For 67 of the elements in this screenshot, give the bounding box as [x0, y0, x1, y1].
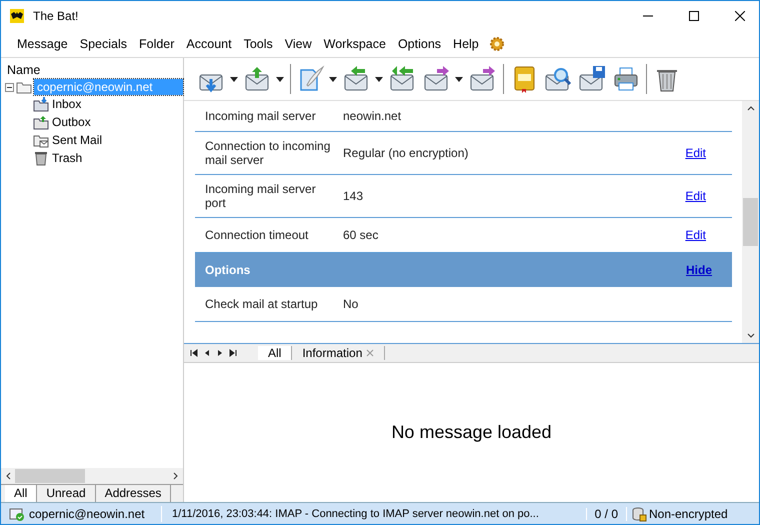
menu-item[interactable]: Help	[447, 36, 485, 50]
empty-message: No message loaded	[391, 422, 552, 443]
scroll-up-icon[interactable]	[746, 105, 754, 113]
collapse-icon[interactable]	[5, 82, 14, 92]
setting-label: Connection to incoming mail server	[205, 138, 332, 169]
inbox-folder-icon	[33, 96, 49, 112]
setting-label: Connection timeout	[205, 227, 310, 244]
status-log: 1/11/2016, 23:03:44: IMAP - Connecting to IMAP server neowin.net on po...	[162, 508, 587, 520]
outbox-folder-icon	[33, 114, 49, 130]
first-page-icon[interactable]	[190, 349, 198, 357]
tree-node[interactable]: Inbox	[52, 97, 82, 111]
close-icon[interactable]	[735, 10, 745, 20]
setting-label: Check mail at startup	[205, 296, 319, 313]
last-page-icon[interactable]	[229, 349, 237, 357]
menu-item[interactable]: Options	[392, 36, 448, 50]
menu-item[interactable]: Specials	[74, 36, 133, 50]
column-header: Name	[6, 62, 42, 79]
edit-link[interactable]: Edit	[685, 189, 706, 203]
view-tab[interactable]: Information	[302, 346, 362, 360]
status-security: Non-encrypted	[649, 506, 728, 520]
status-count: 0 / 0	[586, 506, 627, 520]
account-status-icon	[9, 506, 25, 522]
envelope-icon[interactable]	[423, 65, 451, 93]
menu-item[interactable]: Workspace	[318, 36, 392, 50]
envelope-icon[interactable]	[544, 65, 572, 93]
trash-icon	[33, 150, 49, 166]
caret-icon[interactable]	[375, 76, 383, 82]
caret-icon[interactable]	[329, 76, 337, 82]
setting-label: Incoming mail server	[205, 108, 317, 125]
caret-icon[interactable]	[276, 76, 284, 82]
setting-value: Regular (no encryption)	[343, 146, 470, 160]
next-icon[interactable]	[216, 349, 224, 357]
folder-tab[interactable]: All	[5, 485, 38, 502]
database-lock-icon	[631, 506, 647, 522]
menu-item[interactable]: Message	[11, 36, 74, 50]
menu-item[interactable]: View	[278, 36, 318, 50]
scrollbar-thumb[interactable]	[15, 469, 85, 483]
printer-icon[interactable]	[612, 65, 640, 93]
status-account: copernic@neowin.net	[29, 506, 145, 520]
tree-node[interactable]: Sent Mail	[52, 133, 102, 147]
menu-item[interactable]: Account	[180, 36, 238, 50]
maximize-icon[interactable]	[689, 10, 699, 20]
scrollbar-thumb[interactable]	[743, 198, 758, 246]
caret-icon[interactable]	[230, 76, 238, 82]
setting-value: No	[343, 297, 360, 311]
tree-node[interactable]: Trash	[52, 151, 82, 165]
scroll-right-icon[interactable]	[171, 472, 179, 480]
setting-value: 60 sec	[343, 228, 380, 242]
setting-label: Incoming mail server port	[205, 181, 317, 212]
caret-icon[interactable]	[455, 76, 463, 82]
envelope-icon[interactable]	[578, 65, 606, 93]
tree-node[interactable]: Outbox	[52, 115, 91, 129]
menu-item[interactable]: Folder	[132, 36, 180, 50]
bat-logo-icon	[9, 8, 25, 24]
envelope-icon[interactable]	[469, 65, 497, 93]
gear-icon[interactable]	[488, 36, 505, 52]
setting-value: neowin.net	[343, 109, 402, 123]
hide-link[interactable]: Hide	[686, 263, 712, 277]
scroll-down-icon[interactable]	[746, 331, 754, 339]
previous-icon[interactable]	[203, 349, 211, 357]
edit-link[interactable]: Edit	[685, 146, 706, 160]
setting-value: 143	[343, 189, 364, 203]
edit-link[interactable]: Edit	[685, 228, 706, 242]
menu-item[interactable]: Tools	[238, 36, 279, 50]
scroll-left-icon[interactable]	[5, 472, 13, 480]
window-title: The Bat!	[33, 8, 78, 22]
section-title: Options	[205, 263, 252, 277]
